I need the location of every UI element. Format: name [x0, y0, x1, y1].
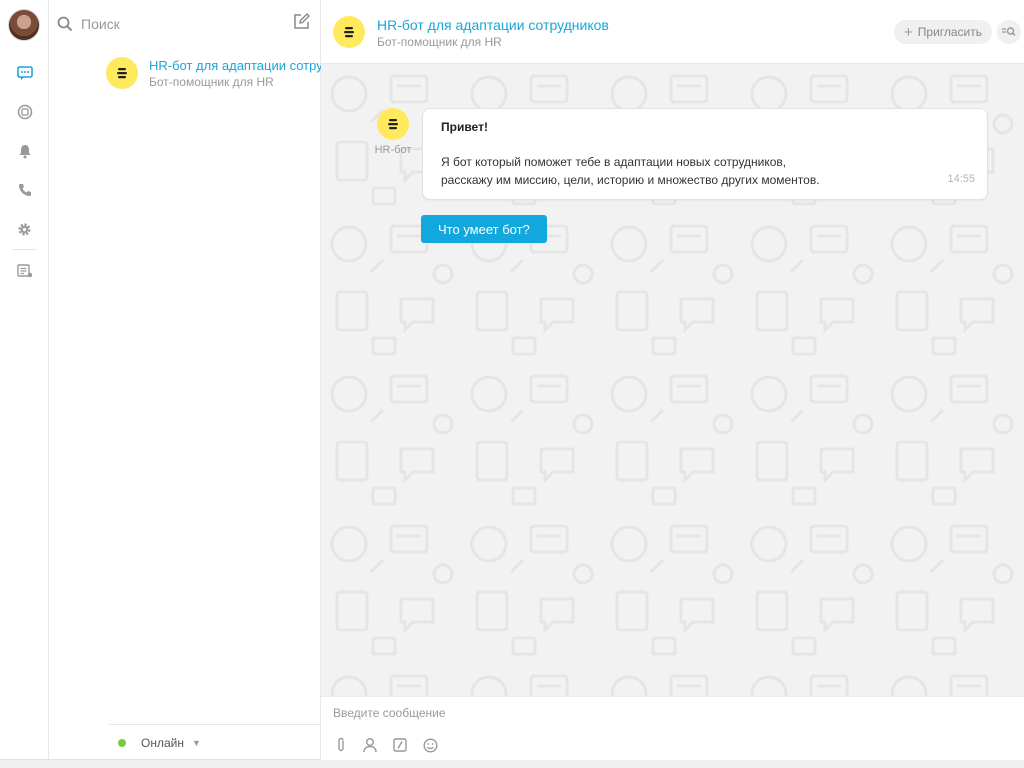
chat-list-panel: HR-бот для адаптации сотрудников Бот-пом…	[49, 0, 363, 759]
mention-user-button[interactable]	[362, 737, 378, 753]
message-author-avatar[interactable]	[377, 108, 409, 140]
new-chat-button[interactable]	[293, 13, 310, 35]
rail-settings-button[interactable]	[0, 214, 49, 244]
gear-icon	[18, 222, 31, 236]
message-input[interactable]	[333, 703, 993, 723]
status-label: Онлайн	[141, 735, 184, 750]
bell-icon	[19, 144, 30, 158]
header-bot-avatar[interactable]	[333, 16, 365, 48]
message-feed: HR-бот Привет! Я бот который поможет теб…	[321, 64, 1024, 696]
slash-command-icon	[393, 738, 407, 752]
message-bubble: Привет! Я бот который поможет тебе в ада…	[422, 108, 988, 200]
smiley-icon	[422, 737, 438, 753]
plus-icon: +	[904, 23, 913, 41]
bot-avatar	[106, 57, 138, 89]
rail-channels-button[interactable]	[0, 97, 49, 127]
messenger-window: HR-бот для адаптации сотрудников Бот-пом…	[0, 0, 1024, 760]
search-box[interactable]	[57, 10, 277, 38]
search-list-icon	[1002, 27, 1016, 37]
message-text-line: расскажу им миссию, цели, историю и множ…	[441, 173, 820, 187]
bot-logo-icon	[117, 68, 127, 79]
invite-button[interactable]: + Пригласить	[894, 20, 993, 44]
compose-icon	[294, 13, 310, 29]
search-icon	[57, 16, 73, 32]
chat-subtitle: Бот-помощник для HR	[377, 35, 502, 49]
online-indicator	[118, 738, 126, 747]
invite-label: Пригласить	[917, 25, 983, 39]
user-avatar[interactable]	[8, 9, 40, 41]
message-author-name: HR-бот	[374, 144, 412, 156]
message-greeting: Привет!	[441, 120, 488, 134]
emoji-button[interactable]	[422, 737, 438, 753]
bot-logo-icon	[388, 119, 398, 130]
command-button[interactable]	[392, 737, 408, 753]
bot-logo-icon	[344, 27, 354, 38]
rail-calls-button[interactable]	[0, 175, 49, 205]
message-composer	[321, 696, 1024, 760]
search-input[interactable]	[81, 16, 261, 32]
rail-chats-button[interactable]	[0, 58, 49, 88]
chat-header: HR-бот для адаптации сотрудников Бот-пом…	[321, 0, 1024, 64]
chat-search-button[interactable]	[997, 20, 1021, 44]
chevron-down-icon: ▼	[191, 737, 201, 748]
attach-button[interactable]	[333, 737, 349, 753]
rail-notifications-button[interactable]	[0, 136, 49, 166]
chat-panel: HR-бот для адаптации сотрудников Бот-пом…	[321, 0, 1024, 760]
phone-icon	[18, 184, 31, 196]
rail-divider	[12, 249, 37, 250]
rail-contacts-button[interactable]	[0, 256, 49, 286]
chat-list-item[interactable]: HR-бот для адаптации сотрудников Бот-пом…	[49, 50, 361, 98]
left-rail	[0, 0, 49, 759]
chat-item-subtitle: Бот-помощник для HR	[149, 75, 274, 89]
chat-bubble-icon	[16, 66, 33, 80]
contacts-icon	[16, 264, 32, 278]
message-timestamp: 14:55	[947, 173, 975, 185]
channels-icon	[17, 104, 32, 120]
message-text-line: Я бот который поможет тебе в адаптации н…	[441, 155, 787, 169]
what-can-bot-do-button[interactable]: Что умеет бот?	[421, 215, 547, 243]
chat-title[interactable]: HR-бот для адаптации сотрудников	[377, 17, 609, 33]
user-icon	[363, 738, 377, 753]
paperclip-icon	[338, 737, 344, 752]
